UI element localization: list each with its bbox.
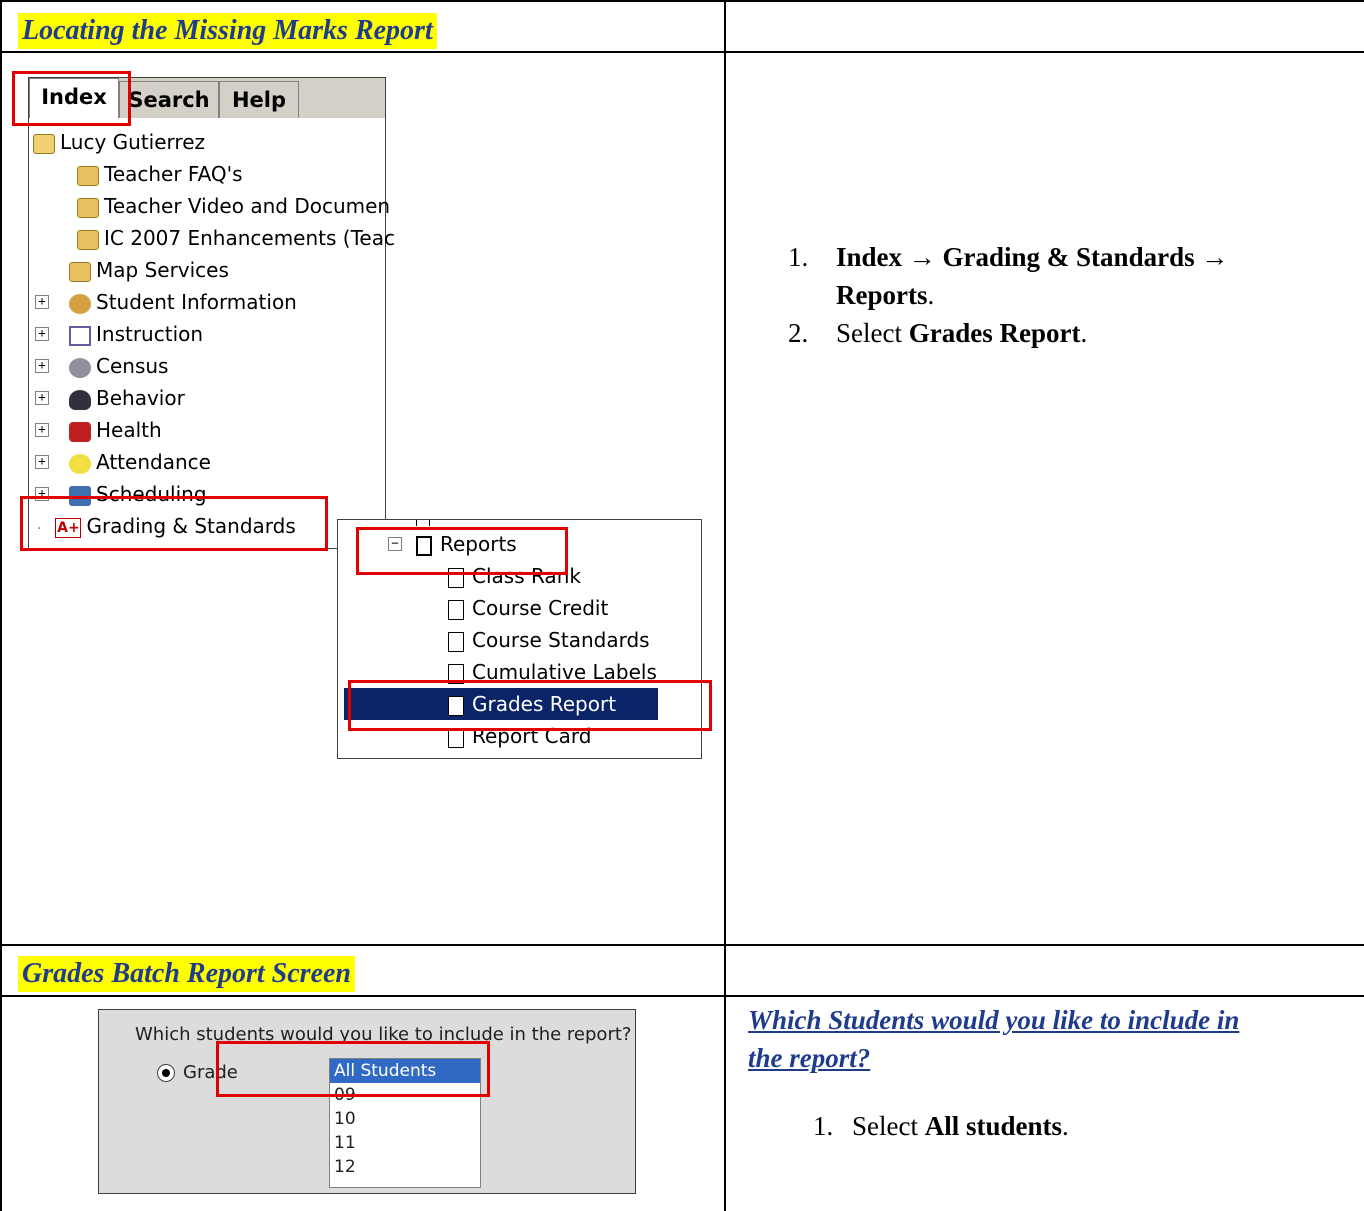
question-heading: the report? <box>748 1043 871 1073</box>
tree-item-teacher-faq[interactable]: Teacher FAQ's <box>77 159 243 189</box>
step-2: 2. Select Grades Report. <box>788 314 1087 352</box>
step-bold-text: All students <box>924 1111 1063 1141</box>
tree-item-map-services[interactable]: Map Services <box>69 255 229 285</box>
expand-toggle[interactable]: + <box>35 359 49 373</box>
expand-toggle[interactable]: + <box>35 327 49 341</box>
table-column-divider <box>724 0 726 1211</box>
question-heading: Which Students would you like to include… <box>748 1005 1240 1035</box>
batch-report-screen: Which students would you like to include… <box>98 1009 636 1194</box>
reports-highlight <box>356 527 568 575</box>
table-row-divider <box>0 995 1364 997</box>
report-item-label: Course Credit <box>472 596 609 620</box>
expand-toggle[interactable]: + <box>35 423 49 437</box>
page-icon <box>448 599 464 620</box>
tree-item-ic-enhancements[interactable]: IC 2007 Enhancements (Teac <box>77 223 395 253</box>
grade-radio[interactable] <box>157 1064 175 1082</box>
census-icon <box>69 357 91 378</box>
tree-item-label: Student Information <box>96 290 297 314</box>
step-punctuation: . <box>1080 318 1088 348</box>
step-text: Select <box>852 1111 925 1141</box>
tab-help[interactable]: Help <box>219 81 299 118</box>
tab-search[interactable]: Search <box>119 81 219 118</box>
step-number: 1. <box>813 1111 834 1141</box>
folder-icon <box>77 197 99 218</box>
grading-highlight <box>20 496 328 551</box>
student-icon <box>69 293 91 314</box>
tree-item-label: Health <box>96 418 162 442</box>
tree-item-attendance[interactable]: Attendance <box>69 447 211 477</box>
tree-item-label: IC 2007 Enhancements (Teac <box>104 226 395 250</box>
section-heading: Grades Batch Report Screen <box>18 956 355 992</box>
tree-item-label: Instruction <box>96 322 204 346</box>
tree-item-label: Behavior <box>96 386 185 410</box>
behavior-icon <box>69 389 91 410</box>
user-folder-icon <box>33 133 55 154</box>
step-bold-text: Grading & Standards <box>942 242 1195 272</box>
tree-item-instruction[interactable]: Instruction <box>69 319 203 349</box>
folder-icon <box>77 165 99 186</box>
tree-item-label: Teacher FAQ's <box>104 162 243 186</box>
report-item-label: Course Standards <box>472 628 650 652</box>
tree-item-label: Census <box>96 354 169 378</box>
expand-toggle[interactable]: + <box>35 295 49 309</box>
expand-toggle[interactable]: + <box>35 455 49 469</box>
step-bold-text: Grades Report <box>908 318 1081 348</box>
section-heading: Locating the Missing Marks Report <box>18 13 437 49</box>
table-border-top <box>0 0 1364 2</box>
attendance-icon <box>69 453 91 474</box>
step-number: 1. <box>788 242 809 272</box>
tree-item-student-information[interactable]: Student Information <box>69 287 297 317</box>
table-row-divider <box>0 51 1364 53</box>
list-option[interactable]: 10 <box>330 1107 480 1131</box>
radio-dot-icon <box>162 1069 170 1077</box>
health-icon <box>69 421 91 442</box>
navigation-panel: Index Search Help Lucy Gutierrez Teacher… <box>28 77 395 549</box>
instruction-icon <box>69 325 91 346</box>
list-option[interactable]: 11 <box>330 1131 480 1155</box>
table-border-left <box>0 0 2 1211</box>
folder-icon <box>69 261 91 282</box>
step-bold-text: Index <box>836 242 903 272</box>
step-number: 2. <box>788 318 809 348</box>
step-punctuation: . <box>1062 1111 1069 1141</box>
expand-toggle[interactable]: + <box>35 391 49 405</box>
step-bold-text: Reports <box>836 280 928 310</box>
tree-item-behavior[interactable]: Behavior <box>69 383 185 413</box>
grades-report-highlight <box>348 680 712 731</box>
arrow-icon: → <box>1201 242 1229 272</box>
step-punctuation: . <box>927 280 935 310</box>
tree-item-health[interactable]: Health <box>69 415 162 445</box>
tree-item-census[interactable]: Census <box>69 351 168 381</box>
index-tab-highlight <box>12 71 131 126</box>
report-item-course-credit[interactable]: Course Credit <box>448 593 608 623</box>
page-icon <box>448 631 464 652</box>
report-item-course-standards[interactable]: Course Standards <box>448 625 650 655</box>
tree-item-label: Map Services <box>96 258 229 282</box>
all-students-highlight <box>216 1041 490 1097</box>
step-text: Select <box>836 318 909 348</box>
tree-item-label: Teacher Video and Documen <box>104 194 391 218</box>
step-1: 1. Index → Grading & Standards → Reports… <box>788 238 1328 314</box>
list-option[interactable]: 12 <box>330 1155 480 1179</box>
folder-icon <box>77 229 99 250</box>
arrow-icon: → <box>908 242 936 272</box>
step-1: 1. Select All students. <box>813 1107 1069 1145</box>
tree-item-user[interactable]: Lucy Gutierrez <box>33 127 205 157</box>
tree-connector-icon <box>416 520 430 526</box>
tree-item-label: Attendance <box>96 450 211 474</box>
tree-item-label: Lucy Gutierrez <box>60 130 205 154</box>
table-row-divider <box>0 944 1364 946</box>
tree-item-teacher-video[interactable]: Teacher Video and Documen <box>77 191 390 221</box>
